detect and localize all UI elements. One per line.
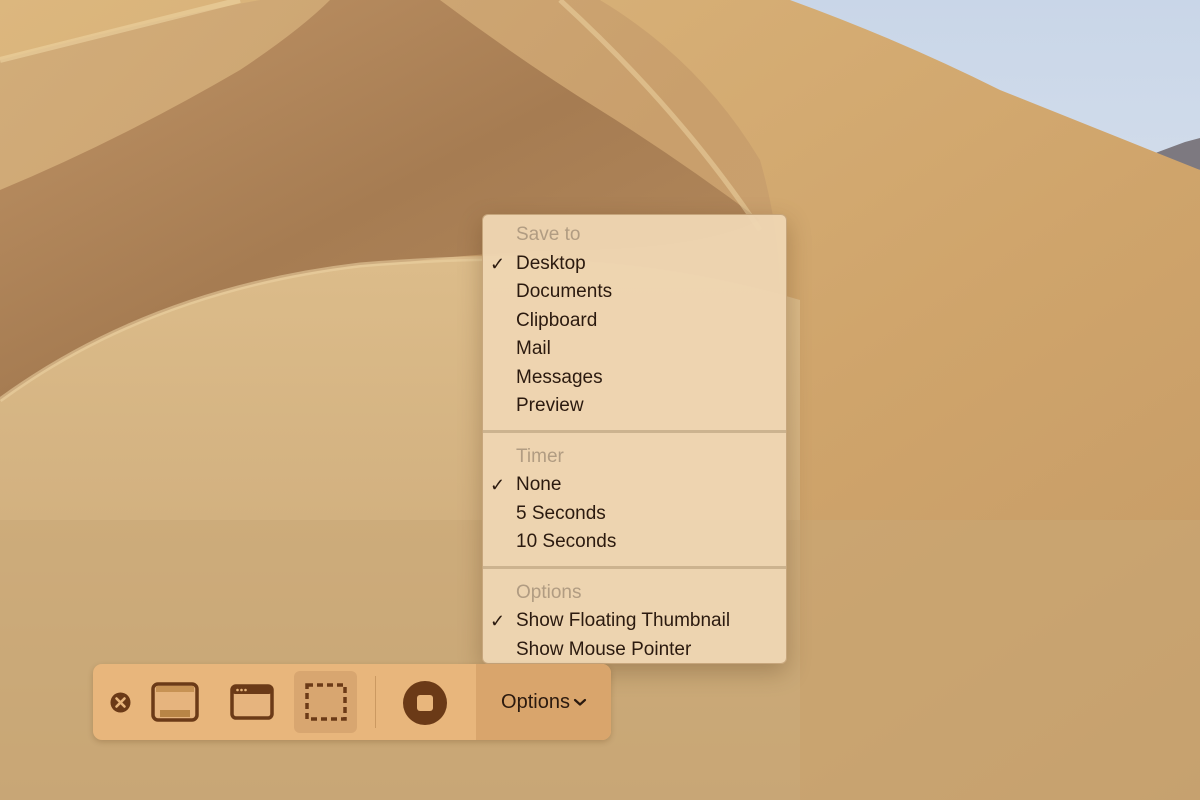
menu-section-save-to: Save to ✓ Desktop Documents Clipboard Ma… (483, 221, 786, 421)
options-label: Options (501, 690, 570, 713)
menu-header-save-to: Save to (516, 224, 581, 245)
menu-section-options: Options ✓ Show Floating Thumbnail Show M… (483, 579, 786, 665)
capture-selection-button[interactable] (294, 671, 357, 733)
menu-item-label: 10 Seconds (516, 531, 617, 552)
menu-item-mail[interactable]: Mail (483, 335, 786, 364)
menu-item-messages[interactable]: Messages (483, 364, 786, 393)
capture-window-button[interactable] (228, 681, 276, 723)
menu-item-label: Show Mouse Pointer (516, 638, 692, 660)
menu-item-desktop[interactable]: ✓ Desktop (483, 250, 786, 279)
options-menu: Save to ✓ Desktop Documents Clipboard Ma… (482, 214, 787, 664)
menu-item-label: Documents (516, 281, 613, 302)
menu-item-documents[interactable]: Documents (483, 278, 786, 307)
record-stop-icon (403, 681, 447, 725)
toolbar-divider (375, 676, 376, 728)
menu-item-timer-none[interactable]: ✓ None (483, 471, 786, 500)
menu-item-timer-10-seconds[interactable]: 10 Seconds (483, 528, 786, 557)
menu-item-clipboard[interactable]: Clipboard (483, 307, 786, 336)
close-button[interactable] (110, 692, 131, 713)
menu-header-options: Options (516, 581, 582, 603)
menu-section-timer: Timer ✓ None 5 Seconds 10 Seconds (483, 443, 786, 557)
entire-screen-icon (151, 682, 199, 722)
options-button[interactable]: Options (489, 684, 599, 720)
checkmark-icon: ✓ (490, 475, 506, 495)
desktop: Save to ✓ Desktop Documents Clipboard Ma… (0, 0, 1200, 800)
menu-item-show-floating-thumbnail[interactable]: ✓ Show Floating Thumbnail (483, 607, 786, 636)
menu-item-label: Mail (516, 338, 551, 359)
menu-item-label: None (516, 474, 562, 495)
menu-item-label: Preview (516, 395, 584, 416)
menu-item-label: 5 Seconds (516, 502, 606, 524)
menu-item-timer-5-seconds[interactable]: 5 Seconds (483, 500, 786, 529)
menu-separator (483, 429, 786, 433)
checkmark-icon: ✓ (490, 611, 506, 631)
menu-item-label: Clipboard (516, 309, 598, 331)
record-button[interactable] (401, 679, 449, 727)
checkmark-icon: ✓ (490, 253, 506, 274)
capture-entire-screen-button[interactable] (151, 681, 199, 723)
menu-item-label: Messages (516, 366, 603, 388)
screenshot-toolbar: Options (93, 664, 611, 740)
menu-separator (483, 565, 786, 569)
menu-item-preview[interactable]: Preview (483, 392, 786, 421)
menu-item-show-mouse-pointer[interactable]: Show Mouse Pointer (483, 636, 786, 665)
menu-item-label: Desktop (516, 252, 586, 274)
chevron-down-icon (573, 698, 587, 706)
menu-item-label: Show Floating Thumbnail (516, 610, 731, 631)
menu-header-timer: Timer (516, 445, 564, 467)
selection-icon (304, 683, 347, 721)
window-icon (230, 684, 274, 720)
close-circle-icon (110, 692, 131, 713)
